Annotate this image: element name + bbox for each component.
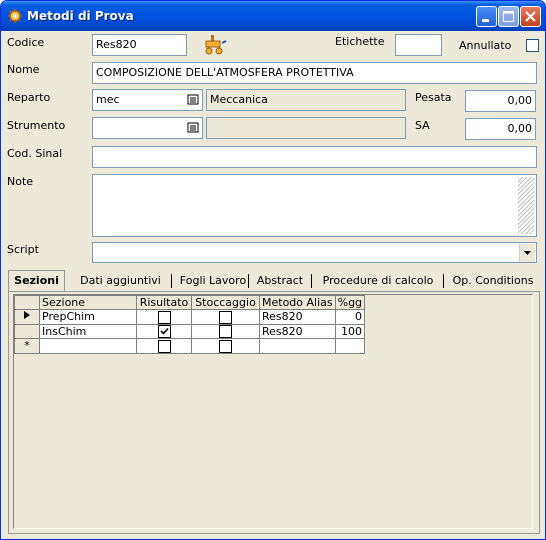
- codice-label: Codice: [7, 36, 45, 49]
- tab-strip: Sezioni Dati aggiuntivi Fogli Lavoro Abs…: [8, 270, 540, 291]
- tab-abstract[interactable]: Abstract: [250, 271, 310, 290]
- script-label: Script: [7, 243, 39, 256]
- minimize-icon: [482, 19, 489, 22]
- note-label: Note: [7, 175, 34, 188]
- table-row[interactable]: PrepChim Res820 0: [14, 309, 366, 325]
- grid-header-row: Sezione Risultato Stoccaggio Metodo Alia…: [14, 295, 366, 310]
- new-row[interactable]: *: [14, 338, 366, 354]
- tab-separator: [171, 274, 172, 288]
- tab-separator: [311, 274, 312, 288]
- maximize-button[interactable]: [498, 6, 519, 27]
- col-header-gg[interactable]: %gg: [334, 295, 366, 310]
- grid-corner: [14, 295, 40, 310]
- reparto-desc-field: Meccanica: [206, 89, 406, 111]
- cell-stoccaggio[interactable]: [191, 309, 260, 325]
- cell-stoccaggio[interactable]: [191, 338, 260, 354]
- cell-metodo-alias[interactable]: Res820: [259, 323, 336, 339]
- pesata-label: Pesata: [415, 91, 452, 104]
- tab-op-conditions[interactable]: Op. Conditions: [446, 271, 540, 290]
- main-window: Metodi di Prova Codice Res820 Etichette …: [0, 0, 546, 540]
- cell-gg[interactable]: 0: [334, 309, 366, 325]
- reparto-label: Reparto: [7, 91, 51, 104]
- nome-label: Nome: [7, 63, 40, 76]
- etichette-field[interactable]: [395, 34, 442, 56]
- tab-procedure-di-calcolo[interactable]: Procedure di calcolo: [314, 271, 442, 290]
- risultato-checkbox[interactable]: [157, 339, 171, 353]
- current-row-icon: [24, 311, 30, 320]
- sa-label: SA: [415, 119, 430, 132]
- cell-sezione[interactable]: PrepChim: [39, 309, 137, 325]
- cell-stoccaggio[interactable]: [191, 323, 260, 339]
- reparto-lookup-icon[interactable]: [185, 92, 201, 108]
- close-button[interactable]: [520, 6, 541, 27]
- annullato-checkbox[interactable]: [526, 39, 539, 52]
- title-bar[interactable]: Metodi di Prova: [1, 1, 545, 31]
- note-textarea[interactable]: [92, 174, 537, 237]
- cell-risultato[interactable]: [136, 323, 192, 339]
- codice-field[interactable]: Res820: [92, 34, 187, 56]
- cod-sinal-field[interactable]: [92, 146, 537, 168]
- app-icon: [8, 9, 22, 23]
- strumento-lookup-icon[interactable]: [185, 120, 201, 136]
- cell-metodo-alias[interactable]: [259, 338, 336, 354]
- wizard-icon[interactable]: [202, 33, 228, 57]
- tab-dati-aggiuntivi[interactable]: Dati aggiuntivi: [68, 271, 173, 290]
- cell-risultato[interactable]: [136, 338, 192, 354]
- window-title: Metodi di Prova: [27, 9, 134, 23]
- minimize-button[interactable]: [476, 6, 497, 27]
- close-icon: [525, 11, 536, 22]
- risultato-checkbox[interactable]: [157, 310, 171, 324]
- stoccaggio-checkbox[interactable]: [219, 310, 232, 324]
- stoccaggio-checkbox[interactable]: [219, 325, 232, 338]
- nome-field[interactable]: COMPOSIZIONE DELL'ATMOSFERA PROTETTIVA: [92, 62, 537, 84]
- cell-sezione[interactable]: InsChim: [39, 323, 137, 339]
- tab-fogli-lavoro[interactable]: Fogli Lavoro: [173, 271, 253, 290]
- check-icon: [159, 327, 169, 335]
- col-header-sezione[interactable]: Sezione: [39, 295, 137, 310]
- tab-separator: [443, 274, 444, 288]
- row-selector[interactable]: [14, 323, 40, 339]
- tab-sezioni[interactable]: Sezioni: [8, 270, 65, 291]
- col-header-risultato[interactable]: Risultato: [136, 295, 192, 310]
- sezioni-table: Sezione Risultato Stoccaggio Metodo Alia…: [14, 295, 366, 354]
- strumento-desc-field: [206, 117, 406, 139]
- risultato-checkbox[interactable]: [157, 325, 171, 338]
- cell-sezione[interactable]: [39, 338, 137, 354]
- note-scrollbar[interactable]: [518, 177, 534, 234]
- strumento-label: Strumento: [7, 119, 66, 132]
- etichette-label: Etichette: [335, 35, 385, 48]
- cod-sinal-label: Cod. Sinal: [7, 147, 63, 160]
- cell-risultato[interactable]: [136, 309, 192, 325]
- cell-metodo-alias[interactable]: Res820: [259, 309, 336, 325]
- pesata-field[interactable]: 0,00: [465, 90, 536, 112]
- row-selector[interactable]: [14, 309, 40, 325]
- col-header-stoccaggio[interactable]: Stoccaggio: [191, 295, 260, 310]
- sa-field[interactable]: 0,00: [465, 118, 536, 140]
- script-dropdown-button[interactable]: [519, 244, 535, 262]
- new-row-marker: *: [14, 338, 40, 354]
- cell-gg[interactable]: [334, 338, 366, 354]
- stoccaggio-checkbox[interactable]: [219, 339, 232, 353]
- cell-gg[interactable]: 100: [334, 323, 366, 339]
- annullato-label: Annullato: [459, 39, 512, 52]
- table-row[interactable]: InsChim Res820 100: [14, 323, 366, 339]
- maximize-icon: [503, 11, 514, 22]
- tab-separator: [248, 274, 249, 288]
- script-combo[interactable]: [92, 242, 537, 263]
- tab-panel-sezioni: Sezione Risultato Stoccaggio Metodo Alia…: [8, 291, 540, 534]
- sezioni-grid: Sezione Risultato Stoccaggio Metodo Alia…: [13, 294, 533, 529]
- chevron-down-icon: [524, 251, 531, 255]
- col-header-metodo-alias[interactable]: Metodo Alias: [259, 295, 336, 310]
